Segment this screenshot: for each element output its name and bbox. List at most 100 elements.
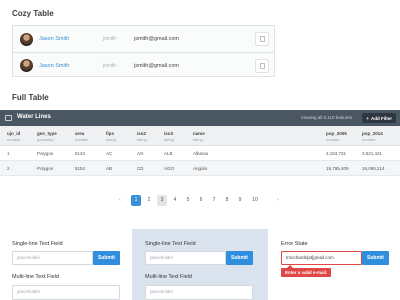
table-row: Jason Smith jsmith jsmith@gmail.com bbox=[13, 52, 274, 78]
column-type: number bbox=[326, 137, 340, 142]
table-cell: AG bbox=[137, 151, 144, 156]
column-headers: ujo_id number geo_type geometry area number… bbox=[0, 126, 400, 146]
column-header[interactable]: area number bbox=[75, 131, 89, 142]
prev-page-button[interactable]: ‹ bbox=[115, 195, 125, 206]
column-name: fips bbox=[106, 131, 115, 136]
plus-icon: + bbox=[366, 115, 369, 121]
column-name: geo_type bbox=[37, 131, 57, 136]
table-cell: ALB bbox=[164, 151, 173, 156]
page-10[interactable]: 10 bbox=[248, 195, 262, 206]
username: jsmith bbox=[103, 36, 117, 42]
table-cell: 3,153,731 bbox=[326, 151, 347, 156]
column-name: pop_2005 bbox=[326, 131, 347, 136]
table-cell: 15,795,409 bbox=[326, 166, 349, 171]
trash-icon bbox=[259, 62, 265, 69]
page-6[interactable]: 6 bbox=[196, 195, 206, 206]
column-header[interactable]: pop_2005 number bbox=[326, 131, 347, 142]
layer-title: Water Lines bbox=[17, 114, 51, 120]
column-type: number bbox=[75, 137, 89, 142]
table-cell: Polygon bbox=[37, 151, 54, 156]
multi-line-label: Multi-line Text Field bbox=[145, 274, 192, 280]
column-name: pop_2014 bbox=[362, 131, 383, 136]
table-cell: 16,095,214 bbox=[362, 166, 385, 171]
table-cell: Angola bbox=[193, 166, 208, 171]
next-page-button[interactable]: › bbox=[273, 195, 283, 206]
email: jsmith@gmail.com bbox=[134, 36, 180, 42]
table-cell: 3,521,431 bbox=[362, 151, 383, 156]
table-cell: AGO bbox=[164, 166, 175, 171]
submit-button[interactable]: Submit bbox=[226, 251, 253, 265]
user-name-link[interactable]: Jason Smith bbox=[39, 63, 69, 69]
table-cell: AC bbox=[106, 151, 113, 156]
avatar bbox=[20, 59, 33, 72]
user-name-link[interactable]: Jason Smith bbox=[39, 36, 69, 42]
table-row: Jason Smith jsmith jsmith@gmail.com bbox=[13, 26, 274, 52]
table-cell: 1 bbox=[7, 151, 10, 156]
table-cell: Polygon bbox=[37, 166, 54, 171]
table-cell: AB bbox=[106, 166, 113, 171]
column-type: string bbox=[106, 137, 116, 142]
single-line-label: Single-line Text Field bbox=[145, 241, 196, 247]
column-type: string bbox=[164, 137, 174, 142]
column-header[interactable]: ujo_id number bbox=[7, 131, 21, 142]
column-header[interactable]: pop_2014 number bbox=[362, 131, 383, 142]
multi-line-label: Multi-line Text Field bbox=[12, 274, 59, 280]
table-cell: 2 bbox=[7, 166, 10, 171]
page-2[interactable]: 2 bbox=[144, 195, 154, 206]
error-message: Enter a valid e-mail. bbox=[281, 265, 332, 277]
delete-button[interactable] bbox=[255, 58, 269, 73]
column-name: area bbox=[75, 131, 85, 136]
page-8[interactable]: 8 bbox=[222, 195, 232, 206]
column-header[interactable]: geo_type geometry bbox=[37, 131, 57, 142]
single-line-label: Single-line Text Field bbox=[12, 241, 63, 247]
email-field[interactable]: tmrichards[at]gmail.com bbox=[281, 251, 362, 265]
table-cell: 5134 bbox=[75, 151, 86, 156]
table-cell: 5154 bbox=[75, 166, 86, 171]
column-type: number bbox=[362, 137, 376, 142]
full-table: Water Lines Viewing all 5,110 features +… bbox=[0, 110, 400, 176]
single-line-input[interactable]: placeholder bbox=[145, 251, 226, 265]
page-3[interactable]: 3 bbox=[157, 195, 167, 206]
column-header[interactable]: iso2 string bbox=[137, 131, 147, 142]
page-1[interactable]: 1 bbox=[131, 195, 141, 206]
column-name: iso2 bbox=[137, 131, 147, 136]
table-header-bar: Water Lines Viewing all 5,110 features +… bbox=[0, 110, 400, 126]
layers-icon bbox=[5, 115, 12, 121]
add-filter-label: Add Filter bbox=[371, 115, 392, 121]
column-name: name bbox=[193, 131, 205, 136]
pagination: ‹ 1 2 3 4 5 6 7 8 9 10 › bbox=[0, 195, 400, 207]
table-row[interactable]: 1 Polygon 5134 AC AG ALB Albania 3,153,7… bbox=[0, 146, 400, 161]
table-cell: CD bbox=[137, 166, 144, 171]
error-state-label: Error State bbox=[281, 241, 308, 247]
column-type: string bbox=[137, 137, 147, 142]
add-filter-button[interactable]: + Add Filter bbox=[362, 113, 396, 123]
table-row[interactable]: 2 Polygon 5154 AB CD AGO Angola 15,795,4… bbox=[0, 161, 400, 176]
column-name: ujo_id bbox=[7, 131, 21, 136]
column-header[interactable]: fips string bbox=[106, 131, 116, 142]
full-table-title: Full Table bbox=[12, 93, 49, 102]
page-7[interactable]: 7 bbox=[209, 195, 219, 206]
page-4[interactable]: 4 bbox=[170, 195, 180, 206]
multi-line-input[interactable]: placeholder bbox=[145, 285, 253, 300]
cozy-table: Jason Smith jsmith jsmith@gmail.com Jaso… bbox=[12, 25, 275, 77]
column-header[interactable]: name string bbox=[193, 131, 205, 142]
column-header[interactable]: iso3 string bbox=[164, 131, 174, 142]
single-line-input[interactable]: placeholder bbox=[12, 251, 93, 265]
delete-button[interactable] bbox=[255, 32, 269, 46]
column-type: number bbox=[7, 137, 21, 142]
submit-button[interactable]: Submit bbox=[93, 251, 120, 265]
page-5[interactable]: 5 bbox=[183, 195, 193, 206]
username: jsmith bbox=[103, 62, 117, 69]
email: jsmith@gmail.com bbox=[134, 62, 180, 69]
column-type: geometry bbox=[37, 137, 54, 142]
trash-icon bbox=[259, 36, 265, 42]
multi-line-input[interactable]: placeholder bbox=[12, 285, 120, 300]
column-type: string bbox=[193, 137, 203, 142]
submit-button[interactable]: Submit bbox=[362, 251, 389, 265]
column-name: iso3 bbox=[164, 131, 174, 136]
avatar bbox=[20, 32, 33, 46]
page-9[interactable]: 9 bbox=[235, 195, 245, 206]
cozy-table-title: Cozy Table bbox=[12, 9, 54, 18]
table-cell: Albania bbox=[193, 151, 209, 156]
feature-count: Viewing all 5,110 features bbox=[300, 115, 352, 120]
